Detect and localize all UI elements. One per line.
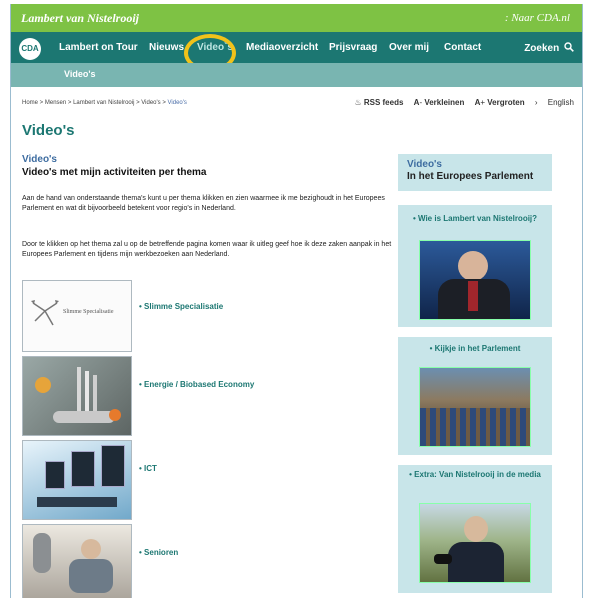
cda-link[interactable]: : Naar CDA.nl [505,12,570,24]
theme-link-energie[interactable]: • Energie / Biobased Economy [139,380,254,389]
panel-video-thumb[interactable] [419,503,531,583]
instruction-paragraph: Door te klikken op het thema zal u op de… [22,241,392,258]
section-subtitle: Video's met mijn activiteiten per thema [22,167,207,178]
arrows-graphic [31,300,59,326]
cda-logo[interactable]: CDA [19,38,41,60]
theme-thumb-energie[interactable] [22,356,132,436]
sidebar-header: Video's In het Europees Parlement [398,154,552,191]
subnav-item-videos[interactable]: Video's [64,69,96,79]
theme-link-senioren[interactable]: • Senioren [139,548,178,557]
section-title: Video's [22,154,57,165]
theme-thumb-senioren[interactable] [22,524,132,598]
theme-link-ict[interactable]: • ICT [139,464,157,473]
panel-title: • Kijkje in het Parlement [429,344,521,353]
nav-item-over-mij[interactable]: Over mij [389,42,429,53]
top-bar: Lambert van Nistelrooij : Naar CDA.nl [11,4,582,32]
toolbar: ♨ RSS feeds A- Verkleinen A+ Vergroten ›… [346,98,574,107]
rss-link[interactable]: ♨ RSS feeds [354,98,403,107]
theme-link-slimme-specialisatie[interactable]: • Slimme Specialisatie [139,302,223,311]
english-label: English [547,98,574,107]
sidebar-panel-in-de-media[interactable]: • Extra: Van Nistelrooij in de media [398,465,552,593]
page-frame: Lambert van Nistelrooij : Naar CDA.nl CD… [10,4,583,598]
sub-nav: Video's [11,63,582,87]
larger-label: Vergroten [487,98,525,107]
panel-title: • Wie is Lambert van Nistelrooij? [412,214,538,223]
smaller-label: Verkleinen [424,98,465,107]
panel-title: • Extra: Van Nistelrooij in de media [409,470,541,479]
breadcrumb: Home > Mensen > Lambert van Nistelrooij … [22,100,187,106]
nav-item-mediaoverzicht[interactable]: Mediaoverzicht [246,42,318,53]
main-nav: CDA Lambert on Tour Nieuws Video`s Media… [11,32,582,72]
larger-link[interactable]: A+ Vergroten [475,98,525,107]
thumb-caption: Slimme Specialisatie [63,309,114,315]
theme-label: Energie / Biobased Economy [144,380,255,389]
panel-title-text: Extra: Van Nistelrooij in de media [414,470,541,479]
theme-label: Slimme Specialisatie [144,302,224,311]
rss-label: RSS feeds [363,98,404,107]
sidebar-title: Video's [407,159,442,170]
intro-paragraph: Aan de hand van onderstaande thema's kun… [22,195,385,212]
theme-label: ICT [144,464,157,473]
nav-item-prijsvraag[interactable]: Prijsvraag [329,42,377,53]
theme-label: Senioren [144,548,179,557]
panel-video-thumb[interactable] [419,240,531,320]
smaller-link[interactable]: A- Verkleinen [414,98,465,107]
breadcrumb-item[interactable]: Home [22,100,38,106]
page-title: Video's [22,122,75,139]
nav-item-contact[interactable]: Contact [444,42,481,53]
site-brand[interactable]: Lambert van Nistelrooij [21,11,139,26]
sidebar-subtitle: In het Europees Parlement [407,171,534,182]
sidebar-panel-parlement[interactable]: • Kijkje in het Parlement [398,337,552,455]
theme-thumb-ict[interactable] [22,440,132,520]
panel-title-text: Wie is Lambert van Nistelrooij? [417,214,538,223]
search-label: Zoeken [524,43,560,54]
nav-item-nieuws[interactable]: Nieuws [149,42,184,53]
sidebar-panel-who-is[interactable]: • Wie is Lambert van Nistelrooij? [398,205,552,327]
nav-item-lambert-on-tour[interactable]: Lambert on Tour [59,42,138,53]
breadcrumb-current: Video's [167,100,187,106]
english-link[interactable]: › English [535,98,574,107]
theme-thumb-slimme-specialisatie[interactable]: Slimme Specialisatie [22,280,132,352]
panel-title-text: Kijkje in het Parlement [434,344,521,353]
breadcrumb-item[interactable]: Video's [141,100,160,106]
search-icon [564,42,574,52]
search-button[interactable]: Zoeken [524,42,574,54]
panel-video-thumb[interactable] [419,367,531,447]
breadcrumb-item[interactable]: Lambert van Nistelrooij [73,100,134,106]
breadcrumb-item[interactable]: Mensen [45,100,66,106]
